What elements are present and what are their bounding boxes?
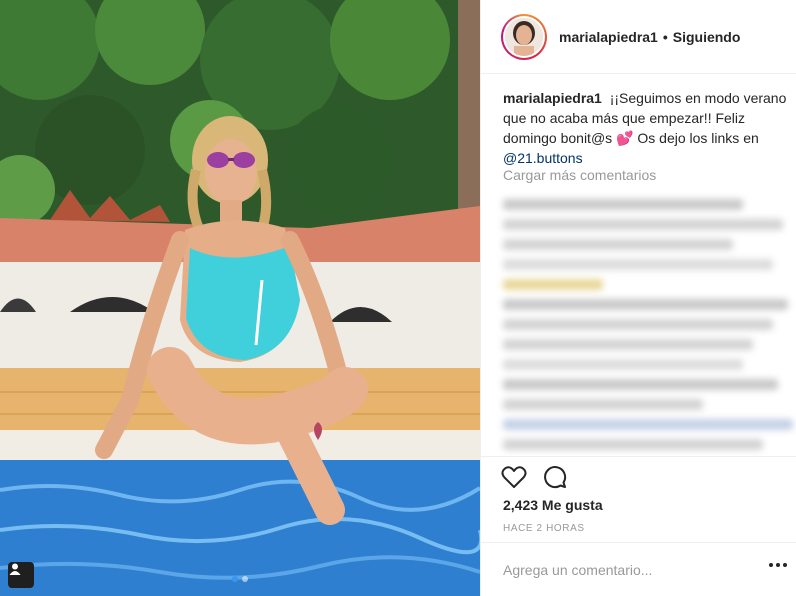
carousel-indicator	[0, 576, 480, 582]
avatar[interactable]	[501, 13, 547, 60]
comments-list	[503, 190, 793, 450]
header-separator: •	[662, 28, 668, 45]
comment-form	[481, 542, 796, 596]
carousel-dot-2[interactable]	[242, 576, 248, 582]
comment-input[interactable]	[503, 561, 753, 578]
heart-icon[interactable]	[501, 465, 527, 489]
more-options-icon[interactable]	[769, 563, 787, 567]
follow-status-button[interactable]: Siguiendo	[673, 29, 741, 45]
post-timestamp[interactable]: HACE 2 HORAS	[503, 523, 585, 534]
carousel-dot-1[interactable]	[232, 576, 238, 582]
post-header: marialapiedra1 • Siguiendo	[481, 0, 796, 74]
likes-count[interactable]: 2,423 Me gusta	[503, 497, 603, 513]
tagged-user-icon[interactable]	[8, 562, 34, 588]
photo-image	[0, 0, 480, 596]
post-photo[interactable]	[0, 0, 480, 596]
load-more-comments-button[interactable]: Cargar más comentarios	[503, 167, 656, 183]
post-caption: marialapiedra1 ¡¡Seguimos en modo verano…	[503, 88, 787, 168]
comment-icon[interactable]	[543, 465, 567, 489]
caption-mention-link[interactable]: @21.buttons	[503, 150, 583, 166]
caption-username[interactable]: marialapiedra1	[503, 90, 602, 106]
post-side-panel: marialapiedra1 • Siguiendo marialapiedra…	[480, 0, 796, 596]
username-link[interactable]: marialapiedra1	[559, 29, 658, 45]
